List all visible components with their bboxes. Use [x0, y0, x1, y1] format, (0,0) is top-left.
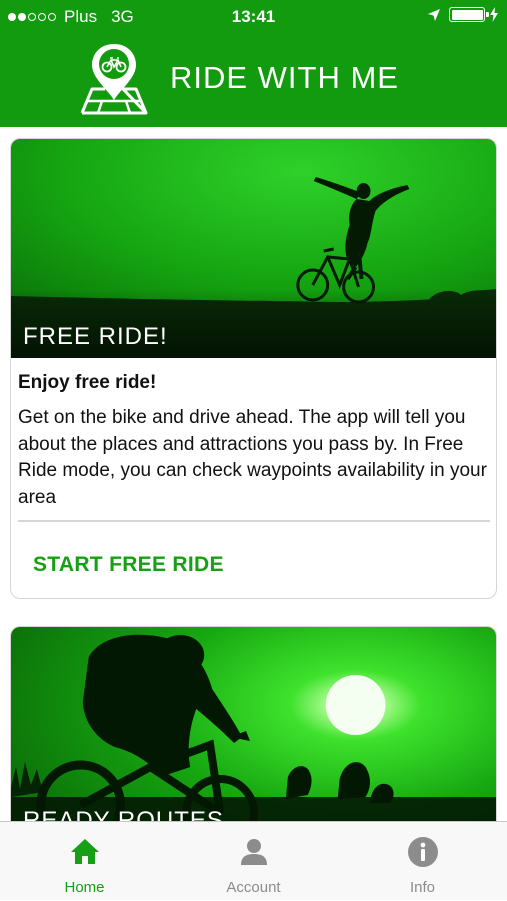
tab-home[interactable]: Home [0, 822, 169, 901]
status-bar: Plus 3G 13:41 [0, 0, 507, 34]
app-title: RIDE WITH ME [170, 60, 399, 95]
tab-info[interactable]: Info [338, 822, 507, 901]
free-ride-heading: Enjoy free ride! [18, 372, 157, 393]
free-ride-description: Get on the bike and drive ahead. The app… [18, 407, 487, 508]
person-icon [240, 839, 267, 865]
free-ride-card: FREE RIDE! Enjoy free ride! Get on the b… [10, 138, 497, 599]
tab-info-label: Info [409, 879, 436, 896]
mountain-bikers-image [11, 627, 496, 821]
ride-mode-list[interactable]: FREE RIDE! Enjoy free ride! Get on the b… [0, 127, 507, 821]
home-icon [70, 839, 99, 864]
map-pin-bicycle-icon [80, 44, 148, 115]
ready-routes-image-title: READY ROUTES [23, 807, 224, 821]
tab-bar: Home Account Info [0, 821, 507, 900]
tab-home-label: Home [64, 879, 105, 896]
charging-bolt-icon [490, 7, 498, 22]
app-header: Plus 3G 13:41 RIDE WITH ME [0, 0, 507, 127]
start-free-ride-button[interactable]: START FREE RIDE [33, 553, 224, 577]
card-divider [18, 520, 490, 522]
info-icon [407, 837, 438, 867]
tab-account[interactable]: Account [169, 822, 338, 901]
free-ride-image-title: FREE RIDE! [23, 323, 168, 350]
battery-icon [449, 7, 489, 22]
ready-routes-card: READY ROUTES [10, 626, 497, 821]
location-arrow-icon [428, 8, 440, 21]
tab-account-label: Account [226, 879, 281, 896]
